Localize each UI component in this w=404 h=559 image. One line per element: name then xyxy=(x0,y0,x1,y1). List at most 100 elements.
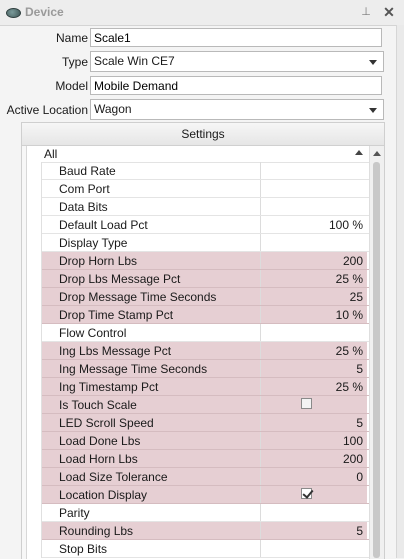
property-name-cell[interactable]: Load Size Tolerance xyxy=(42,468,261,485)
property-row[interactable]: Baud Rate xyxy=(27,162,370,180)
property-name: Baud Rate xyxy=(59,164,116,178)
property-name: Com Port xyxy=(59,182,110,196)
property-value-cell[interactable] xyxy=(261,324,367,341)
property-row[interactable]: Ing Lbs Message Pct 25 % xyxy=(27,342,370,360)
panel-scrollbar[interactable] xyxy=(396,25,404,558)
collapse-icon[interactable] xyxy=(355,150,363,155)
property-name: Load Horn Lbs xyxy=(59,452,138,466)
property-name: Default Load Pct xyxy=(59,218,148,232)
property-value-cell[interactable] xyxy=(261,162,367,179)
property-row[interactable]: LED Scroll Speed 5 xyxy=(27,414,370,432)
property-value: 200 xyxy=(342,452,363,466)
property-value-cell[interactable] xyxy=(261,504,367,521)
name-label: Name xyxy=(55,31,88,45)
property-name-cell[interactable]: Com Port xyxy=(42,180,261,197)
property-name-cell[interactable]: Baud Rate xyxy=(42,162,261,179)
property-name-cell[interactable]: Drop Message Time Seconds xyxy=(42,288,261,305)
property-name: Is Touch Scale xyxy=(59,398,137,412)
property-row[interactable]: Data Bits xyxy=(27,198,370,216)
property-row[interactable]: Display Type xyxy=(27,234,370,252)
property-row[interactable]: Com Port xyxy=(27,180,370,198)
property-row[interactable]: Load Horn Lbs 200 xyxy=(27,450,370,468)
scroll-up-icon[interactable] xyxy=(373,151,381,156)
property-value: 5 xyxy=(356,362,363,376)
property-value-cell[interactable] xyxy=(261,540,367,557)
property-name-cell[interactable]: Ing Lbs Message Pct xyxy=(42,342,261,359)
property-value-cell[interactable]: 5 xyxy=(261,360,367,377)
property-row[interactable]: Drop Message Time Seconds 25 xyxy=(27,288,370,306)
chevron-down-icon[interactable] xyxy=(366,101,380,118)
model-field[interactable] xyxy=(90,76,382,95)
name-field[interactable] xyxy=(90,28,382,47)
property-name-cell[interactable]: LED Scroll Speed xyxy=(42,414,261,431)
property-name-cell[interactable]: Drop Time Stamp Pct xyxy=(42,306,261,323)
checkbox-checked[interactable] xyxy=(301,488,312,499)
property-value-cell[interactable]: 5 xyxy=(261,522,367,539)
pin-icon[interactable]: ⊥ xyxy=(359,3,373,21)
property-name-cell[interactable]: Load Done Lbs xyxy=(42,432,261,449)
row-indent xyxy=(27,378,42,396)
property-rows: Baud Rate Com Port Data Bits Default Load P… xyxy=(27,162,370,558)
row-indent xyxy=(27,198,42,216)
property-row[interactable]: Parity xyxy=(27,504,370,522)
property-name-cell[interactable]: Stop Bits xyxy=(42,540,261,557)
property-name-cell[interactable]: Parity xyxy=(42,504,261,521)
close-icon[interactable]: ✕ xyxy=(381,3,397,21)
grid-scrollbar[interactable] xyxy=(369,146,384,559)
property-name: Data Bits xyxy=(59,200,108,214)
category-row[interactable]: All xyxy=(27,146,370,163)
chevron-down-icon[interactable] xyxy=(366,53,380,70)
row-indent xyxy=(27,234,42,252)
property-row[interactable]: Ing Message Time Seconds 5 xyxy=(27,360,370,378)
property-value-cell[interactable]: 10 % xyxy=(261,306,367,323)
property-value-cell[interactable] xyxy=(261,486,367,503)
scroll-thumb[interactable] xyxy=(373,162,380,558)
property-row[interactable]: Location Display xyxy=(27,486,370,504)
property-row[interactable]: Drop Horn Lbs 200 xyxy=(27,252,370,270)
property-name: Location Display xyxy=(59,488,148,502)
property-row[interactable]: Flow Control xyxy=(27,324,370,342)
property-value-cell[interactable]: 200 xyxy=(261,450,367,467)
property-value-cell[interactable]: 25 % xyxy=(261,270,367,287)
property-value-cell[interactable]: 25 % xyxy=(261,342,367,359)
property-row[interactable]: Ing Timestamp Pct 25 % xyxy=(27,378,370,396)
property-row[interactable]: Stop Bits xyxy=(27,540,370,558)
property-value-cell[interactable]: 5 xyxy=(261,414,367,431)
property-value-cell[interactable]: 25 xyxy=(261,288,367,305)
property-name-cell[interactable]: Drop Lbs Message Pct xyxy=(42,270,261,287)
property-value-cell[interactable] xyxy=(261,234,367,251)
property-name-cell[interactable]: Display Type xyxy=(42,234,261,251)
property-value-cell[interactable]: 100 % xyxy=(261,216,367,233)
property-row[interactable]: Load Done Lbs 100 xyxy=(27,432,370,450)
property-value-cell[interactable]: 100 xyxy=(261,432,367,449)
property-value-cell[interactable]: 0 xyxy=(261,468,367,485)
active-location-value: Wagon xyxy=(94,102,132,116)
property-row[interactable]: Drop Time Stamp Pct 10 % xyxy=(27,306,370,324)
active-location-select[interactable]: Wagon xyxy=(90,99,384,120)
property-name-cell[interactable]: Drop Horn Lbs xyxy=(42,252,261,269)
property-name: LED Scroll Speed xyxy=(59,416,154,430)
property-row[interactable]: Drop Lbs Message Pct 25 % xyxy=(27,270,370,288)
settings-header: Settings xyxy=(22,123,384,146)
property-name-cell[interactable]: Flow Control xyxy=(42,324,261,341)
property-name-cell[interactable]: Is Touch Scale xyxy=(42,396,261,413)
row-indent xyxy=(27,540,42,558)
property-name-cell[interactable]: Data Bits xyxy=(42,198,261,215)
property-name-cell[interactable]: Default Load Pct xyxy=(42,216,261,233)
property-value-cell[interactable]: 200 xyxy=(261,252,367,269)
property-name-cell[interactable]: Rounding Lbs xyxy=(42,522,261,539)
property-row[interactable]: Is Touch Scale xyxy=(27,396,370,414)
property-value-cell[interactable] xyxy=(261,396,367,413)
checkbox-unchecked[interactable] xyxy=(301,398,312,409)
property-name-cell[interactable]: Location Display xyxy=(42,486,261,503)
property-row[interactable]: Rounding Lbs 5 xyxy=(27,522,370,540)
property-name-cell[interactable]: Load Horn Lbs xyxy=(42,450,261,467)
property-value-cell[interactable]: 25 % xyxy=(261,378,367,395)
property-value-cell[interactable] xyxy=(261,180,367,197)
type-select[interactable]: Scale Win CE7 xyxy=(90,51,384,72)
property-row[interactable]: Default Load Pct 100 % xyxy=(27,216,370,234)
property-name-cell[interactable]: Ing Timestamp Pct xyxy=(42,378,261,395)
property-value-cell[interactable] xyxy=(261,198,367,215)
property-row[interactable]: Load Size Tolerance 0 xyxy=(27,468,370,486)
property-name-cell[interactable]: Ing Message Time Seconds xyxy=(42,360,261,377)
